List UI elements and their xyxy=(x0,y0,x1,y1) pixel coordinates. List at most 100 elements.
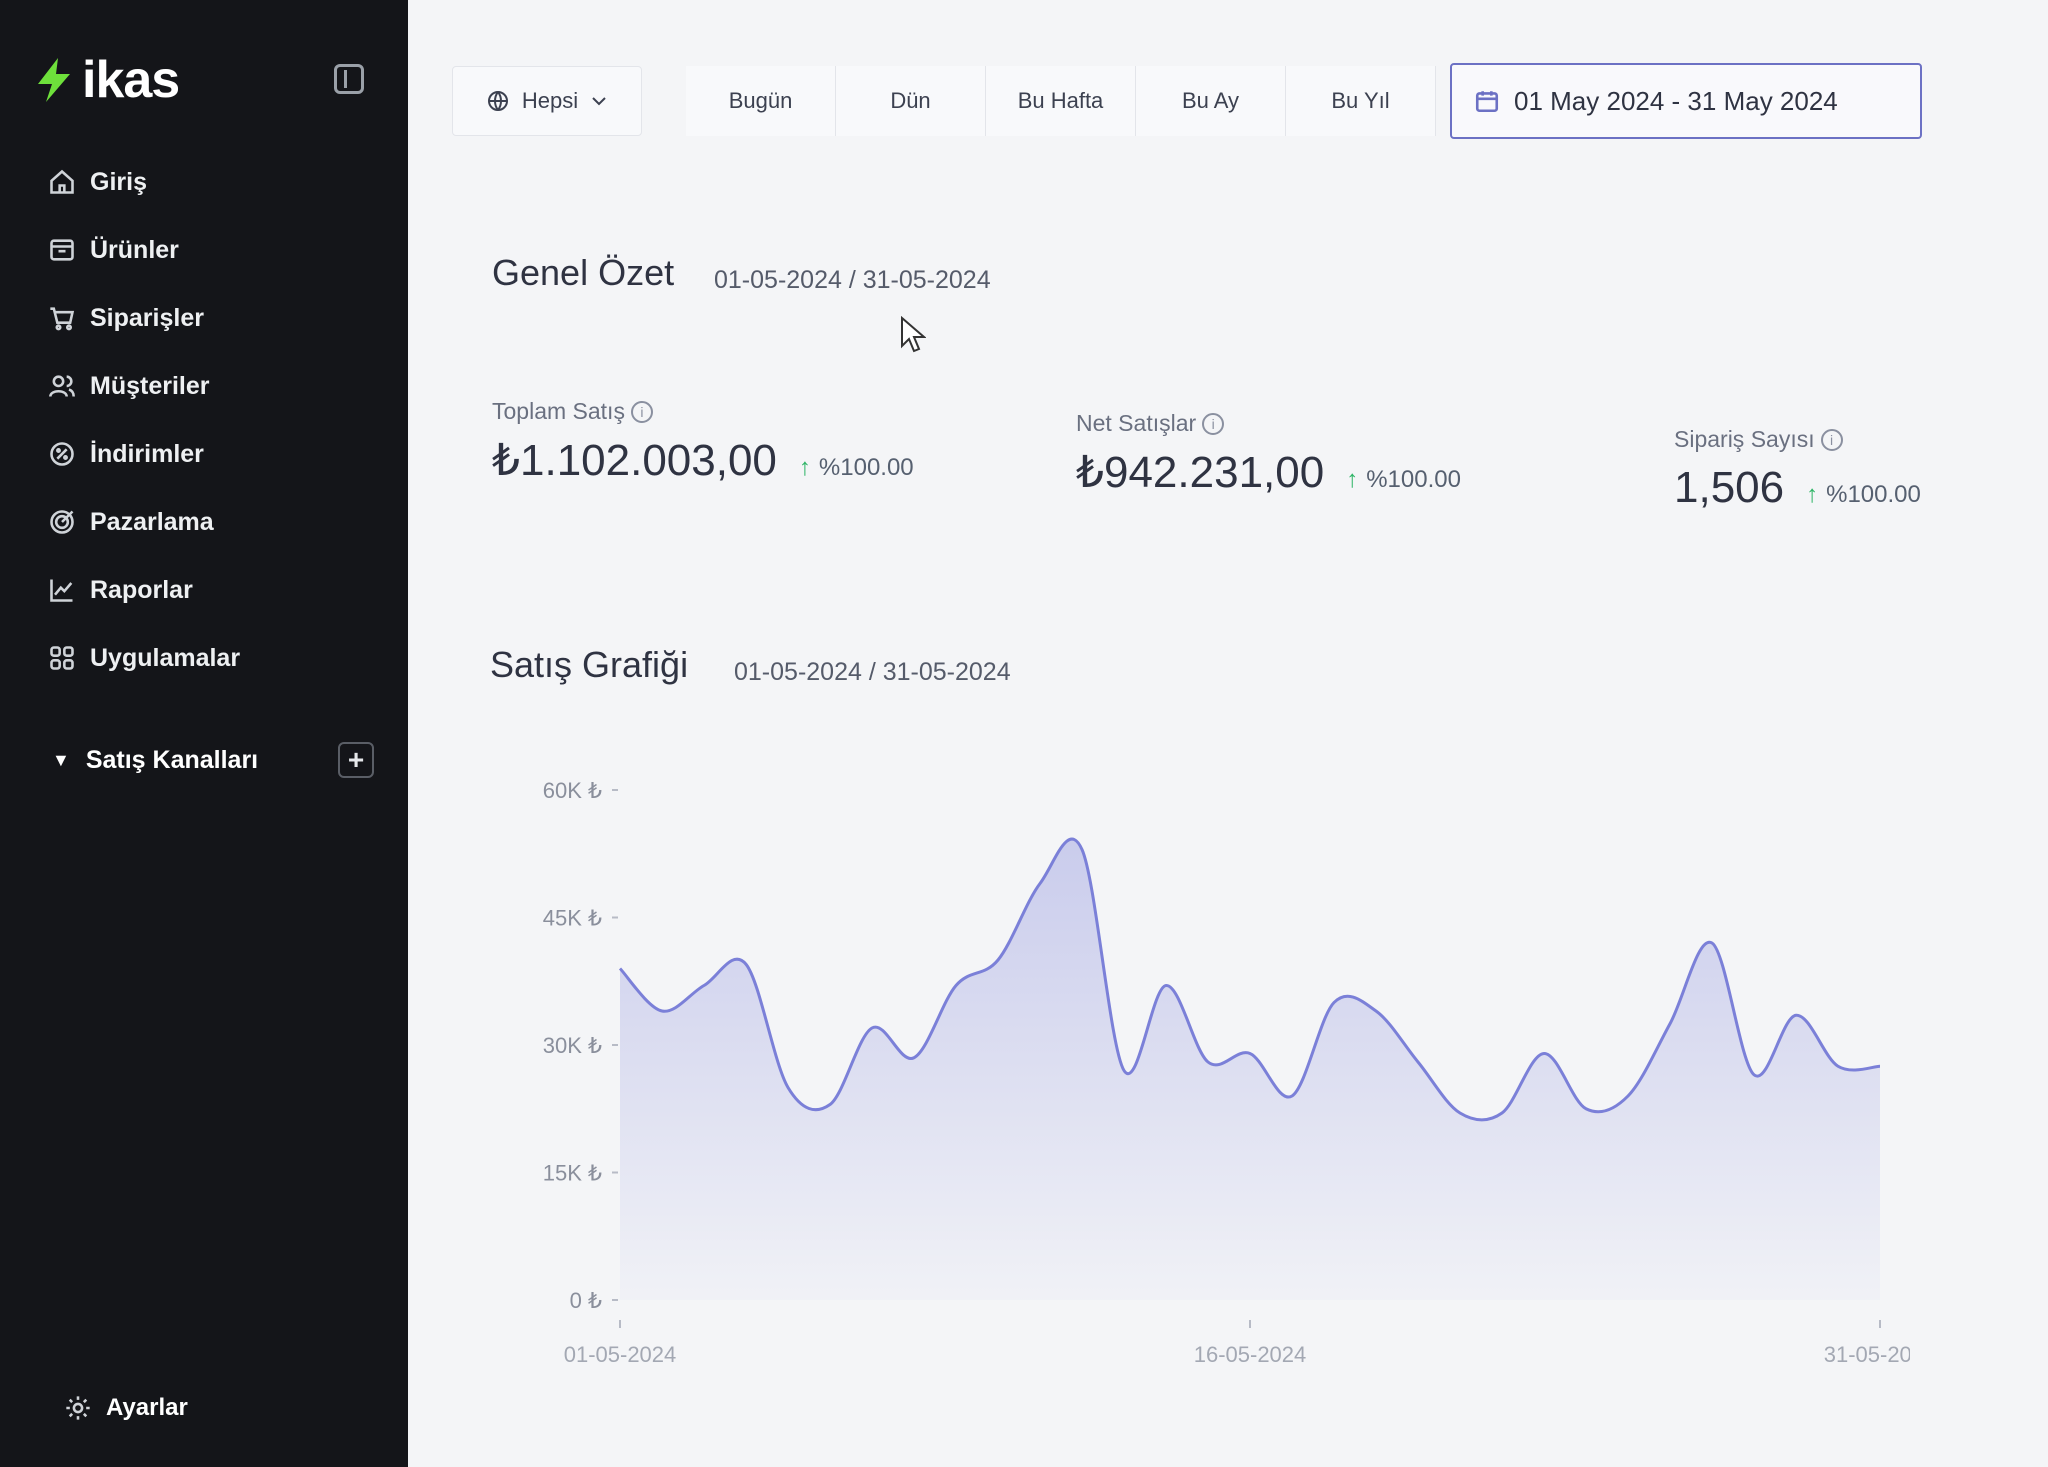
sidebar-item-raporlar[interactable]: Raporlar xyxy=(48,556,378,624)
kpi-row: ₺942.231,00 ↑ %100.00 xyxy=(1076,447,1461,498)
tab-bu-ay[interactable]: Bu Ay xyxy=(1136,66,1286,136)
sidebar-item-musteriler[interactable]: Müşteriler xyxy=(48,352,378,420)
kpi-value: ₺1.102.003,00 xyxy=(492,436,777,485)
data-point[interactable] xyxy=(1286,1090,1298,1102)
collapse-sidebar-icon[interactable] xyxy=(334,64,364,94)
tab-bugun[interactable]: Bugün xyxy=(686,66,836,136)
sidebar-item-label: Pazarlama xyxy=(90,507,214,536)
kpi-change-value: %100.00 xyxy=(818,454,914,481)
scope-select-value: Hepsi xyxy=(521,88,579,113)
gear-icon xyxy=(66,1396,90,1420)
brand-logo[interactable]: ikas xyxy=(34,50,180,110)
data-point[interactable] xyxy=(824,1099,836,1111)
kpi-change: ↑ %100.00 xyxy=(799,454,914,482)
data-point[interactable] xyxy=(1790,1009,1802,1021)
kpi-label-text: Toplam Satış xyxy=(492,398,625,424)
info-icon[interactable]: i xyxy=(1820,428,1843,451)
x-tick-label: 01-05-2024 xyxy=(564,1342,677,1367)
data-point[interactable] xyxy=(1496,1107,1508,1119)
sidebar-item-giris[interactable]: Giriş xyxy=(48,148,378,216)
sidebar-item-uygulamalar[interactable]: Uygulamalar xyxy=(48,624,378,692)
data-point[interactable] xyxy=(614,963,626,975)
info-icon[interactable]: i xyxy=(630,400,653,423)
mouse-cursor-icon xyxy=(901,316,926,353)
data-point[interactable] xyxy=(1580,1103,1592,1115)
data-point[interactable] xyxy=(1370,1005,1382,1017)
kpi-change: ↑ %100.00 xyxy=(1346,466,1461,494)
kpi-label-text: Sipariş Sayısı xyxy=(1674,426,1815,452)
kpi-total-sales: Toplam Satış i ₺1.102.003,00 ↑ %100.00 xyxy=(492,398,914,486)
data-point[interactable] xyxy=(1748,1069,1760,1081)
data-point[interactable] xyxy=(950,980,962,992)
box-icon xyxy=(50,239,74,261)
apps-icon xyxy=(50,646,74,670)
y-tick-label: 60K ₺ xyxy=(543,778,602,803)
sidebar-item-label: Uygulamalar xyxy=(90,643,241,672)
kpi-change-value: %100.00 xyxy=(1826,481,1921,508)
overview-title: Genel Özet xyxy=(492,252,675,293)
data-point[interactable] xyxy=(1622,1090,1634,1102)
date-range-picker[interactable]: 01 May 2024 - 31 May 2024 xyxy=(1450,63,1922,139)
x-tick-label: 31-05-2024 xyxy=(1824,1342,1910,1367)
kpi-change-value: %100.00 xyxy=(1366,466,1461,493)
data-point[interactable] xyxy=(782,1082,794,1094)
tab-bu-yil[interactable]: Bu Yıl xyxy=(1286,66,1436,136)
data-point[interactable] xyxy=(1160,980,1172,992)
arrow-up-icon: ↑ xyxy=(1346,466,1359,493)
sales-chart-date: 01-05-2024 / 31-05-2024 xyxy=(734,658,1011,686)
arrow-up-icon: ↑ xyxy=(1806,481,1819,508)
data-point[interactable] xyxy=(1244,1048,1256,1060)
sales-area-fill xyxy=(620,839,1880,1300)
sidebar-item-pazarlama[interactable]: Pazarlama xyxy=(48,488,378,556)
data-point[interactable] xyxy=(1706,937,1718,949)
sidebar-item-label: Siparişler xyxy=(90,303,204,332)
sales-channels-section: ▼ Satış Kanalları + xyxy=(52,742,374,778)
y-tick-label: 45K ₺ xyxy=(543,906,602,931)
kpi-value: ₺942.231,00 xyxy=(1076,448,1325,497)
data-point[interactable] xyxy=(1202,1056,1214,1068)
sidebar-item-siparisler[interactable]: Siparişler xyxy=(48,284,378,352)
y-tick-label: 30K ₺ xyxy=(543,1033,602,1058)
home-icon xyxy=(50,169,74,194)
add-channel-button[interactable]: + xyxy=(338,742,374,778)
data-point[interactable] xyxy=(1118,1065,1130,1077)
kpi-label: Sipariş Sayısı i xyxy=(1674,426,1921,453)
sidebar-item-label: Raporlar xyxy=(90,575,193,604)
data-point[interactable] xyxy=(1454,1107,1466,1119)
data-point[interactable] xyxy=(1034,878,1046,890)
cart-icon xyxy=(50,307,75,331)
data-point[interactable] xyxy=(1664,1018,1676,1030)
date-range-value: 01 May 2024 - 31 May 2024 xyxy=(1514,85,1838,116)
data-point[interactable] xyxy=(1832,1060,1844,1072)
data-point[interactable] xyxy=(698,980,710,992)
data-point[interactable] xyxy=(1328,997,1340,1009)
kpi-row: 1,506 ↑ %100.00 xyxy=(1674,463,1921,513)
calendar-icon xyxy=(1475,91,1499,113)
data-point[interactable] xyxy=(1874,1060,1886,1072)
scope-select[interactable]: Hepsi xyxy=(452,66,642,136)
kpi-change: ↑ %100.00 xyxy=(1806,481,1921,509)
kpi-label-text: Net Satışlar xyxy=(1076,410,1197,436)
data-point[interactable] xyxy=(866,1022,878,1034)
y-tick-label: 0 ₺ xyxy=(570,1288,602,1313)
globe-icon xyxy=(487,91,508,111)
data-point[interactable] xyxy=(908,1052,920,1064)
data-point[interactable] xyxy=(1412,1056,1424,1068)
date-filter-bar: Hepsi Bugün Dün Bu Hafta Bu Ay Bu Yıl 01… xyxy=(452,62,1922,140)
brand-name: ikas xyxy=(82,51,180,109)
data-point[interactable] xyxy=(1076,844,1088,856)
data-point[interactable] xyxy=(740,958,752,970)
tab-bu-hafta[interactable]: Bu Hafta xyxy=(986,66,1136,136)
data-point[interactable] xyxy=(656,1005,668,1017)
chevron-down-icon: ▼ xyxy=(52,749,70,770)
info-icon[interactable]: i xyxy=(1202,412,1225,435)
tab-dun[interactable]: Dün xyxy=(836,66,986,136)
sales-channels-toggle[interactable]: ▼ Satış Kanalları xyxy=(52,746,258,775)
users-icon xyxy=(49,375,75,397)
sidebar-item-indirimler[interactable]: İndirimler xyxy=(48,420,378,488)
sidebar-item-urunler[interactable]: Ürünler xyxy=(48,216,378,284)
sidebar-item-ayarlar[interactable]: Ayarlar xyxy=(64,1394,188,1422)
data-point[interactable] xyxy=(1538,1048,1550,1060)
data-point[interactable] xyxy=(992,954,1004,966)
kpi-label: Toplam Satış i xyxy=(492,398,914,425)
